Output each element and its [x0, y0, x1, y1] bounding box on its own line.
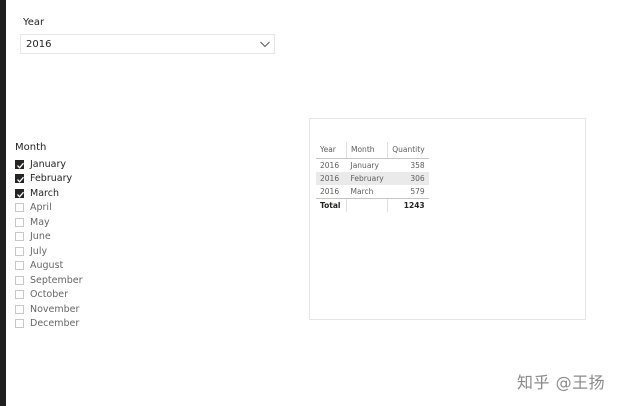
month-item-label: August — [30, 260, 64, 272]
month-item[interactable]: February — [15, 172, 83, 187]
month-slicer-title: Month — [15, 142, 47, 153]
cell-year: 2016 — [320, 187, 340, 196]
month-checkbox[interactable] — [15, 217, 24, 227]
month-item-label: April — [30, 202, 52, 214]
cell-quantity: 306 — [387, 172, 429, 185]
month-item-label: September — [30, 274, 83, 286]
table-visual[interactable]: Year Month Quantity 2016 January 358 201… — [309, 118, 586, 320]
cell-month: January — [350, 161, 379, 170]
year-dropdown-value: 2016 — [26, 39, 52, 50]
month-item[interactable]: April — [15, 201, 83, 216]
month-item[interactable]: August — [15, 259, 83, 274]
checkmark-icon — [17, 191, 24, 198]
checkmark-icon — [17, 162, 24, 169]
month-item[interactable]: October — [15, 288, 83, 303]
month-checkbox[interactable] — [15, 246, 24, 256]
watermark-text: 知乎 @王扬 — [517, 373, 606, 392]
total-quantity: 1243 — [387, 198, 429, 212]
cell-quantity: 579 — [410, 187, 425, 196]
month-item-label: November — [30, 303, 80, 315]
cell-year: 2016 — [316, 172, 347, 185]
month-item[interactable]: December — [15, 317, 83, 332]
table-total-row: Total 1243 — [316, 198, 429, 212]
month-item-label: June — [30, 231, 51, 243]
month-checkbox[interactable] — [15, 261, 24, 271]
month-checkbox[interactable] — [15, 159, 24, 169]
month-checkbox[interactable] — [15, 188, 24, 198]
month-item[interactable]: January — [15, 157, 83, 172]
month-checkbox[interactable] — [15, 290, 24, 300]
table-header-row: Year Month Quantity — [316, 142, 429, 159]
column-header-year[interactable]: Year — [316, 142, 347, 159]
total-label: Total — [316, 198, 347, 212]
column-header-quantity[interactable]: Quantity — [387, 142, 429, 159]
table-row: 2016 February 306 — [316, 172, 429, 185]
month-item-label: March — [30, 187, 59, 199]
month-item-label: December — [30, 318, 80, 330]
column-header-month[interactable]: Month — [345, 142, 388, 159]
month-item[interactable]: September — [15, 273, 83, 288]
month-item-label: February — [30, 173, 73, 185]
total-month — [345, 198, 388, 212]
year-slicer-title: Year — [23, 17, 45, 28]
cell-quantity: 358 — [410, 161, 425, 170]
cell-year: 2016 — [320, 161, 340, 170]
cell-month: February — [346, 172, 388, 185]
month-item[interactable]: May — [15, 215, 83, 230]
month-item[interactable]: November — [15, 302, 83, 317]
month-checkbox[interactable] — [15, 304, 24, 314]
table-row: 2016 January 358 — [316, 159, 429, 173]
month-checkbox[interactable] — [15, 203, 24, 213]
month-checkbox[interactable] — [15, 232, 24, 242]
cell-month: March — [350, 187, 374, 196]
month-item[interactable]: June — [15, 230, 83, 245]
month-checkbox[interactable] — [15, 275, 24, 285]
year-dropdown[interactable]: 2016 — [20, 34, 275, 54]
chevron-down-icon — [260, 41, 270, 48]
month-item[interactable]: July — [15, 244, 83, 259]
month-checkbox[interactable] — [15, 174, 24, 184]
table-row: 2016 March 579 — [316, 185, 429, 199]
month-item-label: May — [30, 216, 50, 228]
data-table: Year Month Quantity 2016 January 358 201… — [316, 142, 429, 212]
month-item-label: October — [30, 289, 69, 301]
checkmark-icon — [17, 177, 24, 184]
month-item-label: January — [30, 158, 67, 170]
month-item[interactable]: March — [15, 186, 83, 201]
month-slicer-list: January February March April May June Ju… — [15, 157, 83, 331]
left-edge-bar — [0, 0, 6, 406]
month-checkbox[interactable] — [15, 319, 24, 329]
month-item-label: July — [30, 245, 48, 257]
